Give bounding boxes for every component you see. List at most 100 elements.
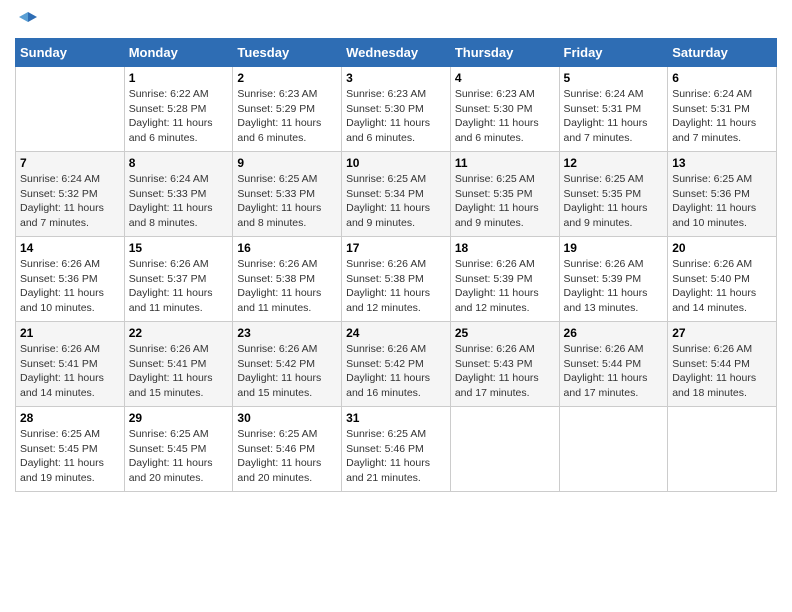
day-number: 30 [237,411,337,425]
calendar-cell [668,407,777,492]
cell-sun-info: Sunrise: 6:25 AM Sunset: 5:34 PM Dayligh… [346,172,446,231]
day-number: 16 [237,241,337,255]
calendar-cell: 22Sunrise: 6:26 AM Sunset: 5:41 PM Dayli… [124,322,233,407]
calendar-cell: 20 Sunrise: 6:26 AM Sunset: 5:40 PM Dayli… [668,237,777,322]
weekday-header-wednesday: Wednesday [342,39,451,67]
calendar-cell: 12 Sunrise: 6:25 AM Sunset: 5:35 PM Dayli… [559,152,668,237]
calendar-cell: 2 Sunrise: 6:23 AM Sunset: 5:29 PM Daylig… [233,67,342,152]
cell-sun-info: Sunrise: 6:24 AM Sunset: 5:33 PM Dayligh… [129,172,229,231]
cell-sun-info: Sunrise: 6:26 AM Sunset: 5:38 PM Dayligh… [346,257,446,316]
day-number: 14 [20,241,120,255]
calendar-cell [559,407,668,492]
cell-sun-info: Sunrise: 6:25 AM Sunset: 5:33 PM Dayligh… [237,172,337,231]
cell-sun-info: Sunrise: 6:23 AM Sunset: 5:30 PM Dayligh… [455,87,555,146]
day-number: 8 [129,156,229,170]
day-number: 31 [346,411,446,425]
cell-sun-info: Sunrise: 6:26 AM Sunset: 5:42 PM Dayligh… [346,342,446,401]
calendar-cell: 28 Sunrise: 6:25 AM Sunset: 5:45 PM Dayli… [16,407,125,492]
cell-sun-info: Sunrise: 6:26 AM Sunset: 5:41 PM Dayligh… [129,342,229,401]
day-number: 2 [237,71,337,85]
cell-sun-info: Sunrise: 6:25 AM Sunset: 5:45 PM Dayligh… [129,427,229,486]
day-number: 4 [455,71,555,85]
calendar-cell: 29 Sunrise: 6:25 AM Sunset: 5:45 PM Dayli… [124,407,233,492]
day-number: 19 [564,241,664,255]
calendar-cell: 24 Sunrise: 6:26 AM Sunset: 5:42 PM Dayli… [342,322,451,407]
day-number: 1 [129,71,229,85]
day-number: 18 [455,241,555,255]
cell-sun-info: Sunrise: 6:26 AM Sunset: 5:44 PM Dayligh… [564,342,664,401]
cell-sun-info: Sunrise: 6:24 AM Sunset: 5:31 PM Dayligh… [564,87,664,146]
cell-sun-info: Sunrise: 6:26 AM Sunset: 5:40 PM Dayligh… [672,257,772,316]
calendar-cell: 18 Sunrise: 6:26 AM Sunset: 5:39 PM Dayli… [450,237,559,322]
calendar-cell: 11 Sunrise: 6:25 AM Sunset: 5:35 PM Dayli… [450,152,559,237]
day-number: 15 [129,241,229,255]
calendar-cell: 27 Sunrise: 6:26 AM Sunset: 5:44 PM Dayli… [668,322,777,407]
day-number: 27 [672,326,772,340]
day-number: 17 [346,241,446,255]
day-number: 21 [20,326,120,340]
day-number: 12 [564,156,664,170]
day-number: 6 [672,71,772,85]
cell-sun-info: Sunrise: 6:24 AM Sunset: 5:31 PM Dayligh… [672,87,772,146]
day-number: 25 [455,326,555,340]
calendar-cell: 17 Sunrise: 6:26 AM Sunset: 5:38 PM Dayli… [342,237,451,322]
cell-sun-info: Sunrise: 6:26 AM Sunset: 5:38 PM Dayligh… [237,257,337,316]
calendar-cell: 23 Sunrise: 6:26 AM Sunset: 5:42 PM Dayli… [233,322,342,407]
day-number: 9 [237,156,337,170]
day-number: 20 [672,241,772,255]
calendar-cell: 30 Sunrise: 6:25 AM Sunset: 5:46 PM Dayli… [233,407,342,492]
cell-sun-info: Sunrise: 6:25 AM Sunset: 5:46 PM Dayligh… [346,427,446,486]
weekday-header-tuesday: Tuesday [233,39,342,67]
calendar-cell: 6 Sunrise: 6:24 AM Sunset: 5:31 PM Daylig… [668,67,777,152]
day-number: 23 [237,326,337,340]
calendar-table: SundayMondayTuesdayWednesdayThursdayFrid… [15,38,777,492]
logo-flag-icon [17,10,39,32]
calendar-cell: 26Sunrise: 6:26 AM Sunset: 5:44 PM Dayli… [559,322,668,407]
page-header [15,10,777,30]
cell-sun-info: Sunrise: 6:26 AM Sunset: 5:43 PM Dayligh… [455,342,555,401]
cell-sun-info: Sunrise: 6:24 AM Sunset: 5:32 PM Dayligh… [20,172,120,231]
cell-sun-info: Sunrise: 6:25 AM Sunset: 5:35 PM Dayligh… [564,172,664,231]
cell-sun-info: Sunrise: 6:25 AM Sunset: 5:46 PM Dayligh… [237,427,337,486]
day-number: 3 [346,71,446,85]
calendar-cell: 19Sunrise: 6:26 AM Sunset: 5:39 PM Dayli… [559,237,668,322]
day-number: 29 [129,411,229,425]
calendar-cell: 5Sunrise: 6:24 AM Sunset: 5:31 PM Daylig… [559,67,668,152]
cell-sun-info: Sunrise: 6:26 AM Sunset: 5:42 PM Dayligh… [237,342,337,401]
day-number: 24 [346,326,446,340]
cell-sun-info: Sunrise: 6:25 AM Sunset: 5:36 PM Dayligh… [672,172,772,231]
day-number: 13 [672,156,772,170]
cell-sun-info: Sunrise: 6:26 AM Sunset: 5:36 PM Dayligh… [20,257,120,316]
calendar-cell: 10 Sunrise: 6:25 AM Sunset: 5:34 PM Dayli… [342,152,451,237]
calendar-cell: 14 Sunrise: 6:26 AM Sunset: 5:36 PM Dayli… [16,237,125,322]
cell-sun-info: Sunrise: 6:26 AM Sunset: 5:41 PM Dayligh… [20,342,120,401]
calendar-cell: 3 Sunrise: 6:23 AM Sunset: 5:30 PM Daylig… [342,67,451,152]
weekday-header-saturday: Saturday [668,39,777,67]
cell-sun-info: Sunrise: 6:26 AM Sunset: 5:39 PM Dayligh… [455,257,555,316]
day-number: 10 [346,156,446,170]
cell-sun-info: Sunrise: 6:22 AM Sunset: 5:28 PM Dayligh… [129,87,229,146]
cell-sun-info: Sunrise: 6:26 AM Sunset: 5:37 PM Dayligh… [129,257,229,316]
calendar-cell: 15 Sunrise: 6:26 AM Sunset: 5:37 PM Dayli… [124,237,233,322]
calendar-cell: 8 Sunrise: 6:24 AM Sunset: 5:33 PM Daylig… [124,152,233,237]
cell-sun-info: Sunrise: 6:25 AM Sunset: 5:45 PM Dayligh… [20,427,120,486]
day-number: 7 [20,156,120,170]
calendar-cell [450,407,559,492]
day-number: 28 [20,411,120,425]
cell-sun-info: Sunrise: 6:26 AM Sunset: 5:44 PM Dayligh… [672,342,772,401]
calendar-cell: 31 Sunrise: 6:25 AM Sunset: 5:46 PM Dayli… [342,407,451,492]
calendar-cell: 7 Sunrise: 6:24 AM Sunset: 5:32 PM Daylig… [16,152,125,237]
weekday-header-monday: Monday [124,39,233,67]
day-number: 11 [455,156,555,170]
cell-sun-info: Sunrise: 6:23 AM Sunset: 5:29 PM Dayligh… [237,87,337,146]
logo [15,10,39,30]
calendar-cell: 16 Sunrise: 6:26 AM Sunset: 5:38 PM Dayli… [233,237,342,322]
calendar-cell: 25 Sunrise: 6:26 AM Sunset: 5:43 PM Dayli… [450,322,559,407]
calendar-cell: 9 Sunrise: 6:25 AM Sunset: 5:33 PM Daylig… [233,152,342,237]
calendar-cell [16,67,125,152]
cell-sun-info: Sunrise: 6:25 AM Sunset: 5:35 PM Dayligh… [455,172,555,231]
calendar-cell: 13 Sunrise: 6:25 AM Sunset: 5:36 PM Dayli… [668,152,777,237]
weekday-header-friday: Friday [559,39,668,67]
cell-sun-info: Sunrise: 6:23 AM Sunset: 5:30 PM Dayligh… [346,87,446,146]
calendar-cell: 1 Sunrise: 6:22 AM Sunset: 5:28 PM Daylig… [124,67,233,152]
